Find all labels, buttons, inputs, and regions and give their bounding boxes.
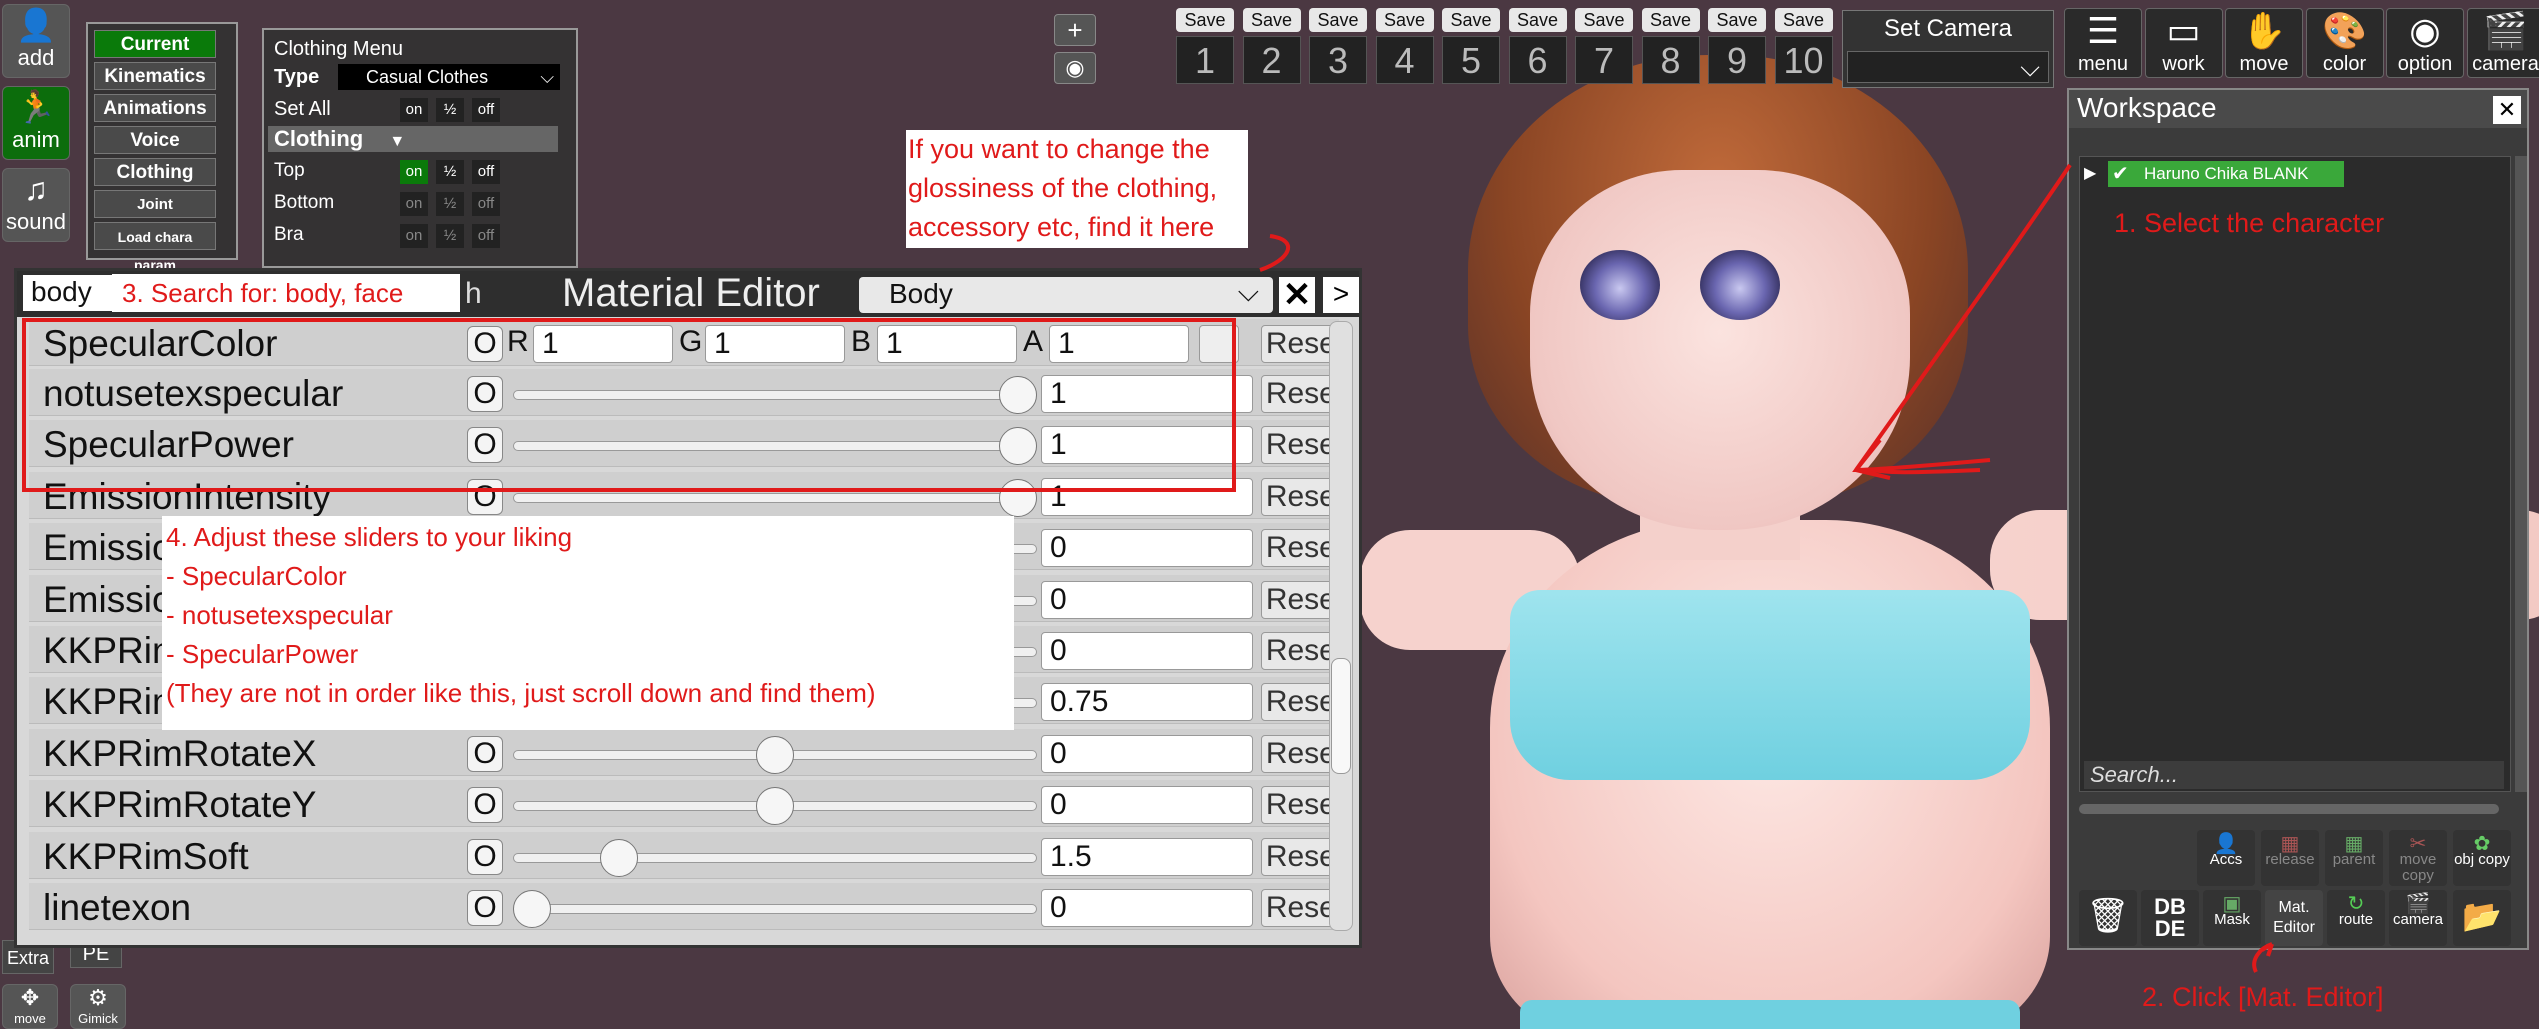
arrow-to-character [1852,163,2072,475]
arrow-to-mat-editor [2252,942,2274,973]
arrow-to-dropdown [1259,234,1291,272]
annotation-arrows [1259,163,2274,973]
